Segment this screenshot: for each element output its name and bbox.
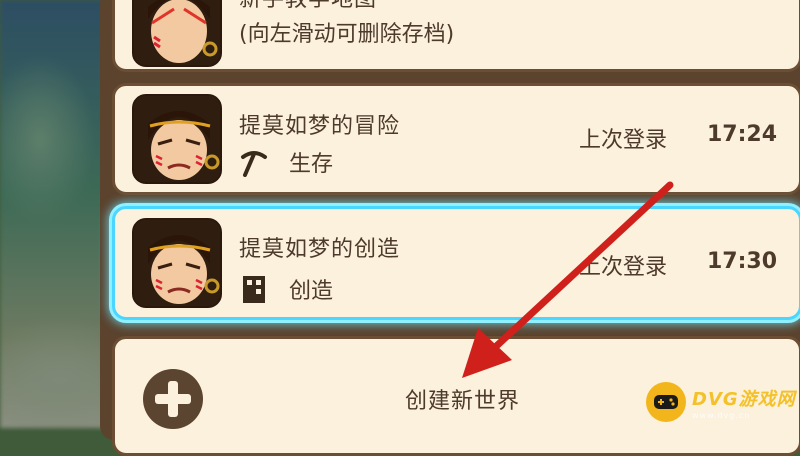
world-title: 新手教学地图 [239,0,377,13]
mode-label: 生存 [289,152,334,177]
last-login-label: 上次登录 [579,128,668,153]
avatar [132,94,222,184]
watermark: DVG游戏网 www.dvg.cn [646,380,796,424]
world-title: 提莫如梦的创造 [239,237,401,262]
last-login-time: 17:30 [707,249,778,274]
watermark-url: www.dvg.cn [692,410,751,420]
avatar [132,218,222,308]
world-card-adventure[interactable]: 提莫如梦的冒险 生存 上次登录 17:24 [112,83,800,195]
watermark-brand: DVG游戏网 [692,388,796,410]
pickaxe-icon [239,147,269,177]
world-mode: 创造 [239,273,333,305]
door-block-icon [239,274,269,304]
mode-label: 创造 [289,279,334,304]
last-login-time: 17:24 [707,122,778,147]
gamepad-icon [646,382,686,422]
world-mode: 生存 [239,146,333,178]
plus-circle-icon [141,367,205,431]
create-world-label: 创建新世界 [405,389,521,414]
world-card-tutorial[interactable]: 新手教学地图 (向左滑动可删除存档) [112,0,800,72]
avatar [132,0,222,67]
world-card-creative[interactable]: 提莫如梦的创造 创造 上次登录 17:30 [112,206,800,320]
last-login-label: 上次登录 [579,255,668,280]
world-title: 提莫如梦的冒险 [239,114,401,139]
world-hint: (向左滑动可删除存档) [239,22,455,47]
